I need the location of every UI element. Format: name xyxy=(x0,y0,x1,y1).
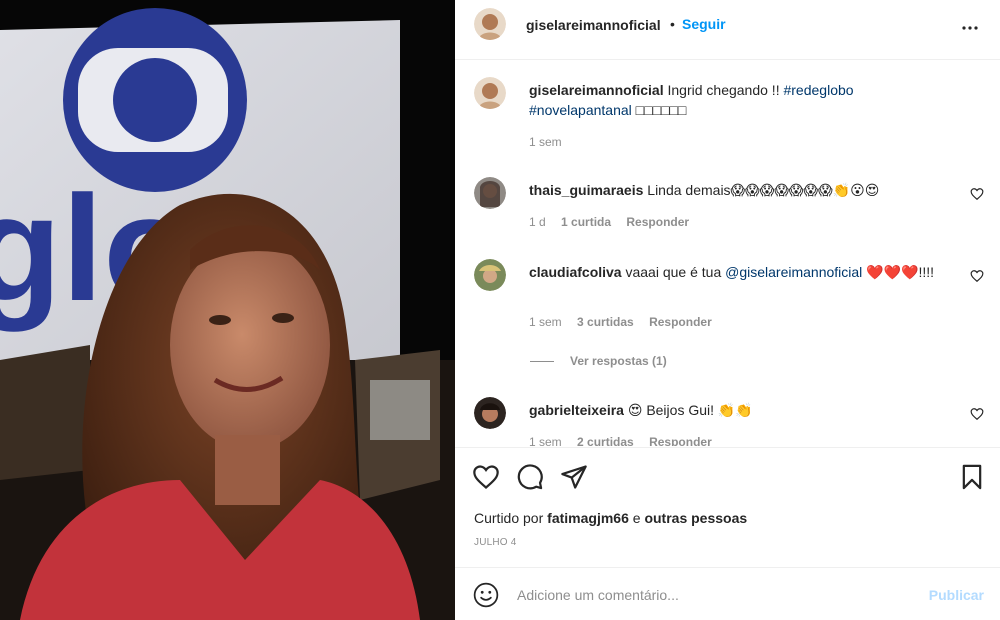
caption-text: giselareimannoficial Ingrid chegando !! … xyxy=(529,80,949,120)
comment-time[interactable]: 1 sem xyxy=(529,435,562,446)
caption-message: Ingrid chegando !! xyxy=(667,82,780,98)
comment-time[interactable]: 1 sem xyxy=(529,315,562,329)
comment-likes[interactable]: 3 curtidas xyxy=(577,315,634,329)
post-date[interactable]: JULHO 4 xyxy=(474,537,517,548)
reply-button[interactable]: Responder xyxy=(626,215,689,229)
others-link[interactable]: outras pessoas xyxy=(644,510,747,526)
commenter-username[interactable]: claudiafcoliva xyxy=(529,264,622,280)
comments-list[interactable]: giselareimannoficial Ingrid chegando !! … xyxy=(455,61,1000,446)
comment-message-tail: ❤️❤️❤️!!!! xyxy=(866,264,935,280)
comment-message: 😍 Beijos Gui! 👏👏 xyxy=(627,402,753,418)
comment-input[interactable] xyxy=(517,583,917,607)
commenter-avatar[interactable] xyxy=(474,177,506,209)
post-actions: Curtido por fatimagjm66 e outras pessoas… xyxy=(455,447,1000,567)
caption-time[interactable]: 1 sem xyxy=(529,135,562,149)
comment-icon[interactable] xyxy=(516,463,544,491)
reply-button[interactable]: Responder xyxy=(649,315,712,329)
comment-meta: 1 sem 2 curtidas Responder xyxy=(529,435,724,446)
caption-meta: 1 sem xyxy=(529,135,574,149)
comment-time[interactable]: 1 d xyxy=(529,215,546,229)
commenter-avatar[interactable] xyxy=(474,259,506,291)
comment-heart-icon[interactable] xyxy=(970,187,984,201)
heart-icon[interactable] xyxy=(472,463,500,491)
post-photo[interactable]: glo xyxy=(0,0,455,620)
commenter-username[interactable]: thais_guimaraeis xyxy=(529,182,643,198)
liker-username[interactable]: fatimagjm66 xyxy=(547,510,629,526)
author-avatar[interactable] xyxy=(474,8,506,40)
comment-meta: 1 d 1 curtida Responder xyxy=(529,215,701,229)
comment-item: gabrielteixeira 😍 Beijos Gui! 👏👏 1 sem 2… xyxy=(474,397,984,446)
commenter-username[interactable]: gabrielteixeira xyxy=(529,402,624,418)
caption-tail: □□□□□□ xyxy=(635,102,687,118)
caption-username[interactable]: giselareimannoficial xyxy=(529,82,664,98)
comment-heart-icon[interactable] xyxy=(970,407,984,421)
comment-meta: 1 sem 3 curtidas Responder xyxy=(529,315,724,329)
comment-item: thais_guimaraeis Linda demais😱😱😱😱😱😱😱👏😮😍 … xyxy=(474,177,984,237)
post-header: giselareimannoficial • Seguir xyxy=(455,0,1000,60)
author-username[interactable]: giselareimannoficial xyxy=(526,17,661,33)
comment-text: thais_guimaraeis Linda demais😱😱😱😱😱😱😱👏😮😍 xyxy=(529,180,949,200)
separator-dot: • xyxy=(670,16,675,32)
comment-item: claudiafcoliva vaaai que é tua @giselare… xyxy=(474,259,984,359)
post-image: glo xyxy=(0,0,455,620)
comment-composer: Publicar xyxy=(455,567,1000,620)
commenter-avatar[interactable] xyxy=(474,397,506,429)
comment-likes[interactable]: 1 curtida xyxy=(561,215,611,229)
mention-link[interactable]: @giselareimannoficial xyxy=(725,264,862,280)
comment-message: Linda demais😱😱😱😱😱😱😱👏😮😍 xyxy=(647,182,880,198)
likes-summary: Curtido por fatimagjm66 e outras pessoas xyxy=(474,510,747,526)
comment-likes[interactable]: 2 curtidas xyxy=(577,435,634,446)
more-options-icon[interactable] xyxy=(958,16,982,40)
post-details-panel: giselareimannoficial • Seguir giselareim… xyxy=(455,0,1000,620)
comment-text: gabrielteixeira 😍 Beijos Gui! 👏👏 xyxy=(529,400,949,420)
hashtag-link[interactable]: #novelapantanal xyxy=(529,102,632,118)
caption-avatar[interactable] xyxy=(474,77,506,109)
caption: giselareimannoficial Ingrid chegando !! … xyxy=(474,77,984,157)
emoji-icon[interactable] xyxy=(473,582,499,608)
reply-button[interactable]: Responder xyxy=(649,435,712,446)
view-replies-button[interactable]: Ver respostas (1) xyxy=(530,354,667,368)
follow-button[interactable]: Seguir xyxy=(682,16,726,32)
likes-suffix: e xyxy=(632,510,641,526)
share-icon[interactable] xyxy=(560,463,588,491)
view-replies-label: Ver respostas (1) xyxy=(570,354,667,368)
publish-button[interactable]: Publicar xyxy=(929,587,984,603)
comment-message: vaaai que é tua xyxy=(625,264,722,280)
hashtag-link[interactable]: #redeglobo xyxy=(783,82,853,98)
bookmark-icon[interactable] xyxy=(958,463,986,491)
comment-text: claudiafcoliva vaaai que é tua @giselare… xyxy=(529,262,949,282)
likes-prefix: Curtido por xyxy=(474,510,544,526)
replies-divider xyxy=(530,360,554,362)
comment-heart-icon[interactable] xyxy=(970,269,984,283)
